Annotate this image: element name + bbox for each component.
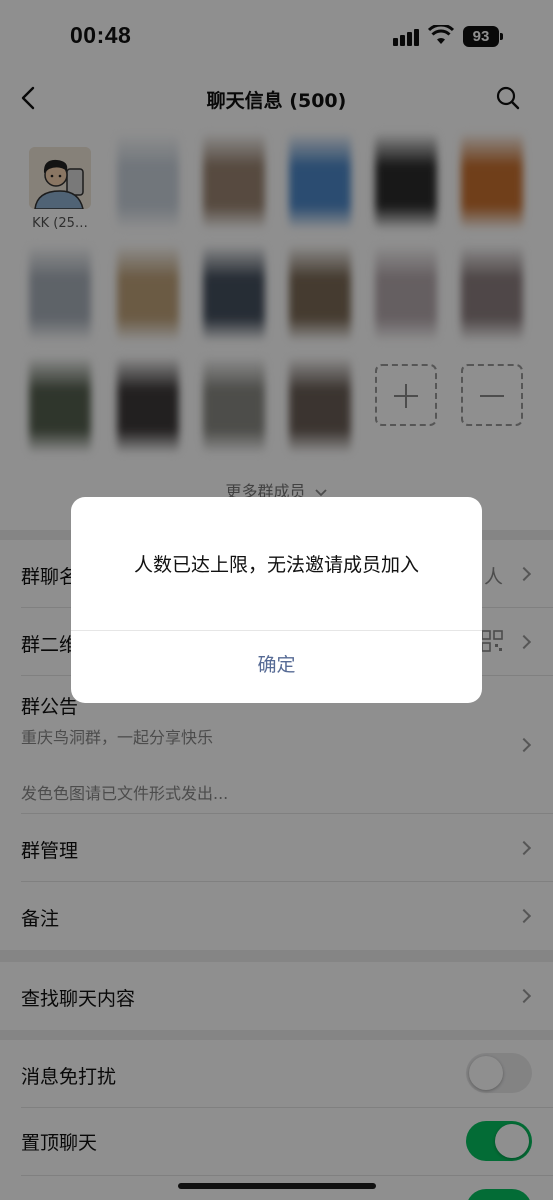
dialog-message: 人数已达上限，无法邀请成员加入	[133, 554, 419, 576]
confirm-button[interactable]: 确定	[71, 631, 482, 703]
home-indicator	[178, 1183, 376, 1189]
alert-dialog: 人数已达上限，无法邀请成员加入 确定	[71, 497, 482, 703]
